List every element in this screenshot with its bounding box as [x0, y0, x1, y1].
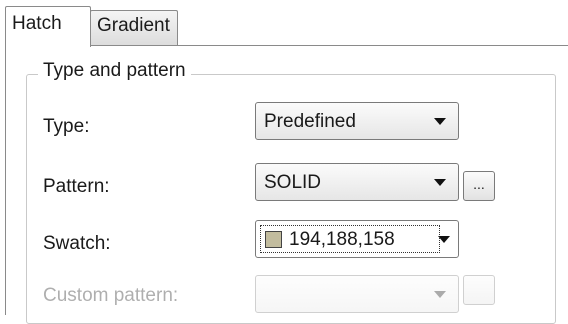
pattern-value: SOLID	[264, 172, 322, 193]
type-label: Type:	[43, 116, 90, 137]
pattern-browse-button[interactable]: ...	[463, 171, 495, 201]
custom-pattern-dropdown[interactable]	[255, 275, 459, 313]
tab-strip: Hatch Gradient	[0, 0, 568, 47]
pattern-dropdown[interactable]: SOLID	[255, 163, 459, 201]
swatch-focus: 194,188,158	[260, 225, 440, 253]
chevron-down-icon	[438, 236, 450, 243]
custom-pattern-label: Custom pattern:	[43, 285, 179, 306]
swatch-value: 194,188,158	[289, 229, 395, 250]
type-dropdown[interactable]: Predefined	[255, 102, 459, 140]
color-swatch-icon	[265, 231, 282, 248]
type-value: Predefined	[264, 111, 356, 132]
chevron-down-icon	[434, 291, 446, 298]
swatch-label: Swatch:	[43, 233, 111, 254]
tab-gradient[interactable]: Gradient	[90, 10, 178, 46]
chevron-down-icon	[434, 118, 446, 125]
pattern-label: Pattern:	[43, 176, 110, 197]
chevron-down-icon	[434, 179, 446, 186]
group-title: Type and pattern	[38, 60, 191, 82]
swatch-dropdown[interactable]: 194,188,158	[255, 220, 459, 258]
tab-hatch[interactable]: Hatch	[5, 6, 91, 47]
tab-divider	[90, 45, 568, 46]
custom-pattern-browse-button[interactable]	[463, 275, 495, 305]
